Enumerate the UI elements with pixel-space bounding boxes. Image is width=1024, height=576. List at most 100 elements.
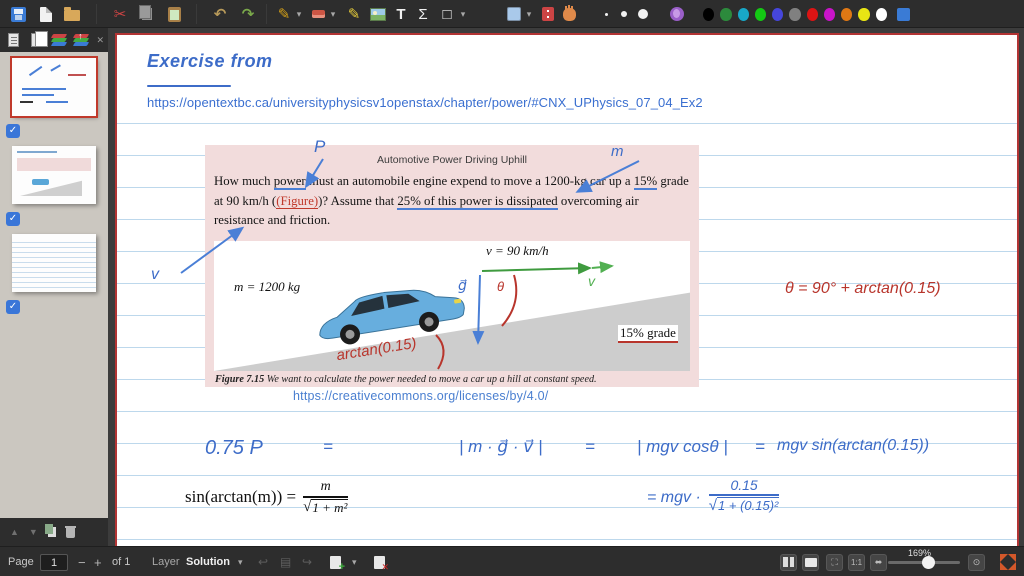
line-width-fine-button[interactable] bbox=[600, 0, 612, 28]
hand-tool-button[interactable] bbox=[560, 0, 578, 28]
tab-page-preview[interactable] bbox=[29, 31, 48, 49]
highlighter-tool-button[interactable]: ✎ bbox=[346, 0, 362, 28]
shape-recognizer-button[interactable] bbox=[668, 0, 686, 28]
color-swatch[interactable] bbox=[703, 7, 715, 21]
tab-contents[interactable] bbox=[6, 32, 22, 49]
zoom-fit-button[interactable]: ⛶ bbox=[826, 547, 843, 576]
fill-color-button[interactable] bbox=[505, 0, 523, 28]
move-page-down-button[interactable]: ▼ bbox=[29, 527, 38, 537]
work-term1: | m · g⃗ · v⃗ | bbox=[459, 437, 543, 456]
eraser-options-dropdown[interactable]: ▾ bbox=[328, 0, 338, 28]
eraser-icon bbox=[311, 10, 325, 18]
color-picker-button[interactable] bbox=[892, 0, 910, 28]
chevron-down-icon: ▾ bbox=[526, 8, 532, 19]
zoom-original-button[interactable]: 1:1 bbox=[848, 547, 865, 576]
undo-button[interactable]: ↶ bbox=[210, 0, 230, 28]
pen-options-dropdown[interactable]: ▾ bbox=[294, 0, 304, 28]
color-swatch[interactable] bbox=[772, 7, 784, 21]
dual-page-view-button[interactable] bbox=[780, 547, 797, 576]
fraction-bar bbox=[303, 496, 349, 498]
source-url-text: https://opentextbc.ca/universityphysicsv… bbox=[147, 95, 703, 110]
shape-tool-button[interactable]: □ bbox=[438, 0, 456, 28]
undo-icon: ↶ bbox=[213, 5, 227, 23]
line-width-medium-button[interactable] bbox=[618, 0, 630, 28]
printed-eq-denominator: √ 1 + m² bbox=[303, 498, 349, 516]
pen-tool-button[interactable]: ✎ bbox=[276, 0, 292, 28]
fill-color-dropdown[interactable]: ▾ bbox=[524, 0, 534, 28]
color-swatch[interactable] bbox=[737, 7, 749, 21]
hand-eq-denominator: √ 1 + (0.15)² bbox=[709, 497, 780, 514]
color-swatch[interactable] bbox=[858, 7, 870, 21]
work-equals: = bbox=[323, 437, 333, 456]
presentation-mode-button[interactable] bbox=[802, 547, 819, 576]
color-swatch[interactable] bbox=[823, 7, 836, 21]
new-document-button[interactable] bbox=[36, 0, 56, 28]
image-icon bbox=[370, 7, 386, 21]
delete-page-button[interactable] bbox=[64, 526, 76, 538]
color-swatch[interactable] bbox=[841, 7, 853, 21]
zoom-options-button[interactable]: ⊙ bbox=[968, 547, 985, 576]
color-picker-icon bbox=[896, 7, 910, 21]
document-page[interactable]: Exercise from https://opentextbc.ca/univ… bbox=[115, 33, 1019, 546]
hand-eq-numerator: 0.15 bbox=[730, 477, 758, 493]
xournalpp-window: ✂ ↶ ↷ ✎ ▾ ▾ ✎ T Σ □ ▾ ▾ ✕ bbox=[0, 0, 1024, 576]
layer-selector[interactable]: Solution bbox=[186, 547, 230, 576]
sidebar-toolbar: ▲ ▼ bbox=[0, 518, 108, 546]
page-number-value: 1 bbox=[40, 553, 68, 571]
sidebar-close-button[interactable]: ✕ bbox=[96, 35, 104, 46]
copy-button[interactable] bbox=[137, 0, 157, 28]
thumbnail-page-3[interactable] bbox=[12, 234, 96, 292]
insert-image-button[interactable] bbox=[368, 0, 388, 28]
toolbar-separator bbox=[96, 4, 97, 24]
hand-eq-fraction: 0.15 √ 1 + (0.15)² bbox=[708, 477, 780, 514]
page-2-checkbox[interactable]: ✓ bbox=[6, 212, 20, 226]
next-layer-button[interactable]: ↪ bbox=[302, 547, 312, 576]
thumbnail-page-2[interactable] bbox=[12, 146, 96, 204]
tab-layer-preview[interactable] bbox=[72, 31, 90, 49]
page-1-checkbox[interactable]: ✓ bbox=[6, 124, 20, 138]
paste-button[interactable] bbox=[164, 0, 184, 28]
chevron-down-icon: ▾ bbox=[330, 8, 336, 19]
previous-layer-button[interactable]: ↩ bbox=[258, 547, 268, 576]
line-width-thick-button[interactable] bbox=[636, 0, 650, 28]
move-page-up-button[interactable]: ▲ bbox=[10, 527, 19, 537]
shape-options-dropdown[interactable]: ▾ bbox=[458, 0, 468, 28]
layer-dropdown[interactable]: ▾ bbox=[238, 547, 243, 576]
cut-button[interactable]: ✂ bbox=[110, 0, 130, 28]
page-increment-button[interactable]: + bbox=[94, 547, 102, 576]
contents-icon bbox=[8, 33, 20, 47]
sqrt-symbol: √ bbox=[303, 498, 312, 515]
color-swatch[interactable] bbox=[754, 7, 767, 21]
color-swatch[interactable] bbox=[875, 7, 887, 21]
vertical-space-tool-button[interactable] bbox=[540, 0, 556, 28]
copy-page-button[interactable] bbox=[44, 524, 56, 537]
add-layer-button[interactable]: + bbox=[330, 547, 345, 576]
thumbnail-page-1[interactable] bbox=[10, 56, 98, 118]
page-decrement-button[interactable]: − bbox=[78, 547, 86, 576]
eraser-tool-button[interactable] bbox=[310, 0, 326, 28]
redo-button[interactable]: ↷ bbox=[238, 0, 258, 28]
color-swatch[interactable] bbox=[789, 7, 801, 21]
chevron-down-icon: ▾ bbox=[352, 556, 357, 567]
delete-layer-button[interactable]: ✕ bbox=[374, 547, 389, 576]
add-layer-dropdown[interactable]: ▾ bbox=[352, 547, 357, 576]
fullscreen-button[interactable] bbox=[1000, 554, 1016, 570]
open-button[interactable] bbox=[62, 0, 82, 28]
math-tex-button[interactable]: Σ bbox=[414, 0, 432, 28]
zoom-page-width-button[interactable]: ⬌ bbox=[870, 547, 887, 576]
tab-layers[interactable] bbox=[50, 32, 67, 49]
printed-eq-numerator: m bbox=[320, 479, 331, 494]
chevron-down-icon: ▾ bbox=[238, 556, 243, 567]
save-button[interactable] bbox=[8, 0, 28, 28]
printed-equation: sin(arctan(m)) = m √ 1 + m² bbox=[185, 479, 349, 516]
layer-stack-button[interactable]: ▤ bbox=[280, 547, 291, 576]
toolbar-separator bbox=[196, 4, 197, 24]
page-3-checkbox[interactable]: ✓ bbox=[6, 300, 20, 314]
canvas-area[interactable]: Exercise from https://opentextbc.ca/univ… bbox=[108, 28, 1024, 546]
figure-link: (Figure) bbox=[276, 193, 319, 209]
color-swatch[interactable] bbox=[806, 7, 818, 21]
color-swatch[interactable] bbox=[720, 7, 732, 21]
layer-preview-icon bbox=[72, 31, 90, 47]
text-tool-button[interactable]: T bbox=[392, 0, 410, 28]
page-number-input[interactable]: 1 bbox=[40, 547, 68, 576]
